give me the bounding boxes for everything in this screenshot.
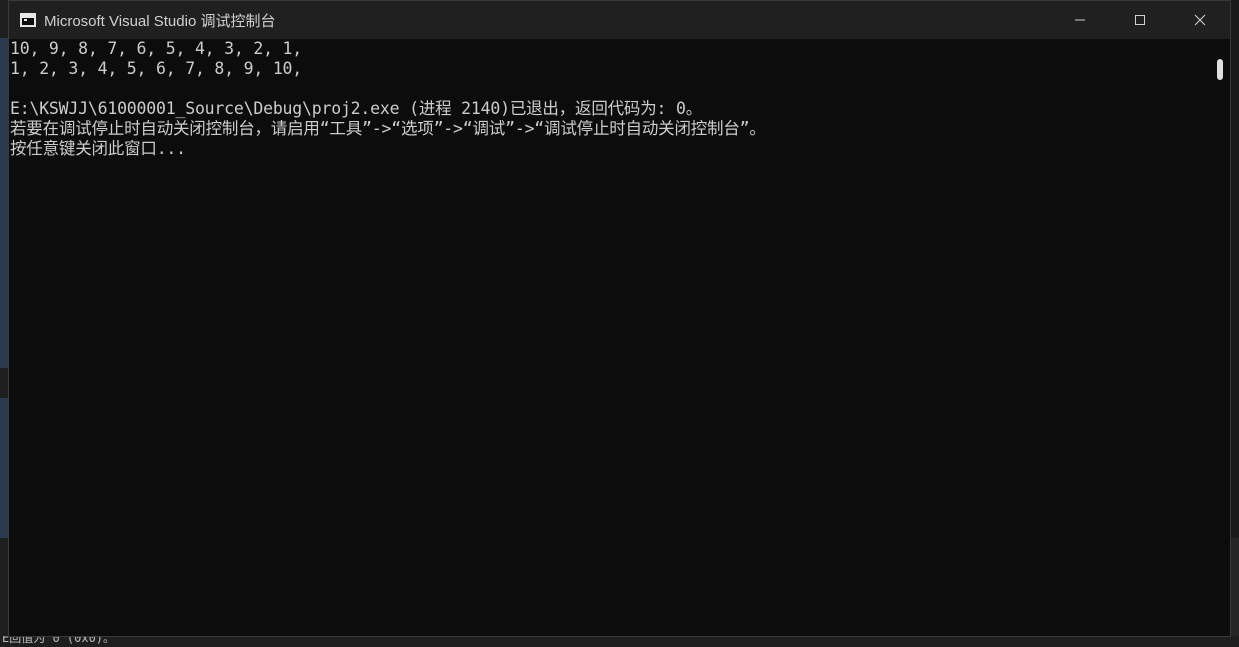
console-line: 若要在调试停止时自动关闭控制台，请启用“工具”->“选项”->“调试”->“调试… [10,119,766,138]
debug-console-window[interactable]: Microsoft Visual Studio 调试控制台 10, 9, 8, … [8,0,1231,637]
console-app-icon [20,13,36,27]
title-bar[interactable]: Microsoft Visual Studio 调试控制台 [9,1,1230,39]
minimize-icon [1075,19,1085,21]
console-line: E:\KSWJJ\61000001_Source\Debug\proj2.exe… [10,99,703,118]
maximize-button[interactable] [1110,1,1170,39]
console-line: 按任意键关闭此窗口... [10,139,186,158]
close-button[interactable] [1170,1,1230,39]
close-icon [1194,14,1206,26]
console-output-area[interactable]: 10, 9, 8, 7, 6, 5, 4, 3, 2, 1, 1, 2, 3, … [9,39,1210,636]
background-ide-output: E回值为 0 (0x0)。 [0,636,1239,647]
maximize-icon [1135,15,1145,25]
console-line: 1, 2, 3, 4, 5, 6, 7, 8, 9, 10, [10,59,303,78]
vertical-scrollbar[interactable] [1210,39,1230,636]
minimize-button[interactable] [1050,1,1110,39]
console-line: 10, 9, 8, 7, 6, 5, 4, 3, 2, 1, [10,39,303,58]
background-ide-panel-right [1231,538,1239,638]
background-output-text: E回值为 0 (0x0)。 [2,636,116,645]
scrollbar-thumb[interactable] [1217,59,1223,80]
window-controls [1050,1,1230,39]
window-title: Microsoft Visual Studio 调试控制台 [44,12,276,30]
